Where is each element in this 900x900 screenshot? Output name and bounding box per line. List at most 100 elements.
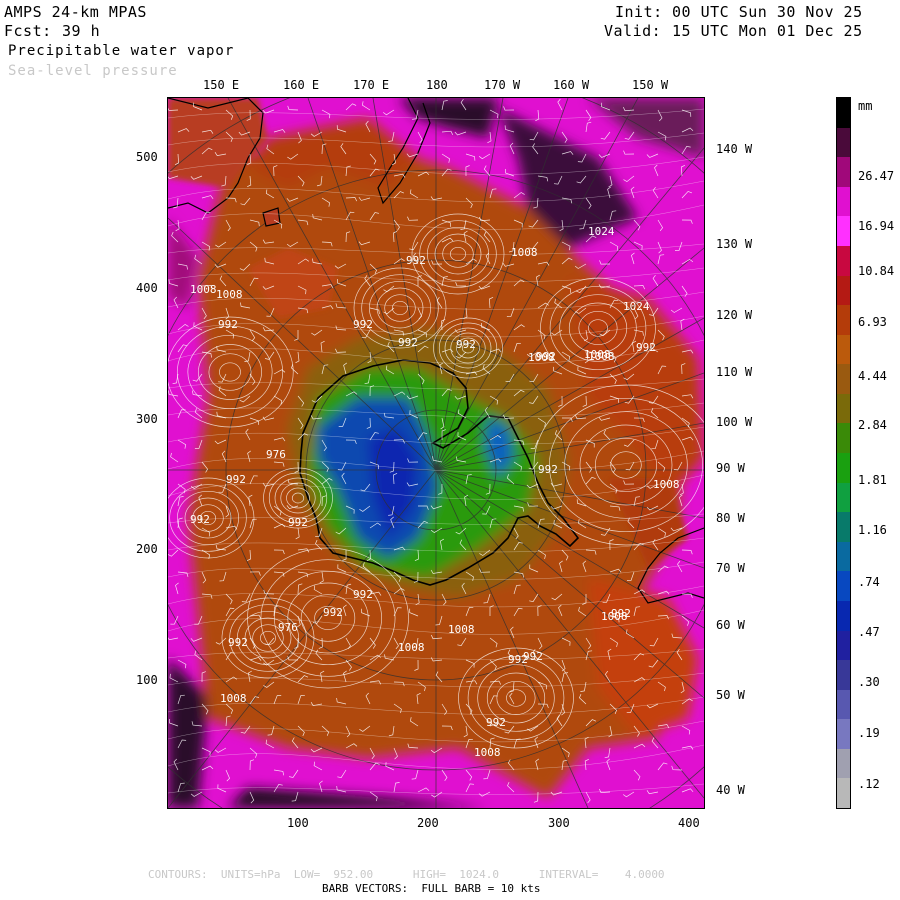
- map-canvas: 1024 1008 992 992 1008 992 992 992 992 976 992 992 9…: [168, 98, 704, 808]
- colorbar-label: .30: [858, 675, 880, 689]
- y-tick: 100: [136, 673, 158, 687]
- field-secondary: Sea-level pressure: [8, 63, 178, 79]
- pressure-label: 1024: [588, 225, 615, 238]
- colorbar-label: .47: [858, 625, 880, 639]
- colorbar-swatch: [837, 305, 850, 336]
- x-tick: 400: [678, 816, 700, 830]
- colorbar-swatch: [837, 689, 850, 720]
- colorbar-swatch: [837, 719, 850, 750]
- pressure-label: 1008: [474, 746, 501, 759]
- x-tick: 300: [548, 816, 570, 830]
- colorbar-swatch: [837, 186, 850, 217]
- pressure-label: 992: [228, 636, 248, 649]
- colorbar-label: 10.84: [858, 264, 895, 278]
- colorbar-swatch: [837, 541, 850, 572]
- pressure-label: 992: [226, 473, 246, 486]
- colorbar-swatch: [837, 275, 850, 306]
- lon-label-right: 40 W: [716, 783, 745, 797]
- y-tick: 200: [136, 542, 158, 556]
- x-tick: 200: [417, 816, 439, 830]
- colorbar-swatch: [837, 571, 850, 602]
- barb-vectors-info: BARB VECTORS: FULL BARB = 10 kts: [322, 882, 541, 895]
- colorbar-swatch: [837, 453, 850, 484]
- colorbar-swatch: [837, 423, 850, 454]
- colorbar-label: 6.93: [858, 315, 887, 329]
- colorbar-swatch: [837, 630, 850, 661]
- contours-info: CONTOURS: UNITS=hPa LOW= 952.00 HIGH= 10…: [148, 868, 665, 881]
- lon-label-top: 180: [426, 78, 448, 92]
- forecast-hours: 39 h: [62, 22, 101, 40]
- pressure-label: 976: [278, 621, 298, 634]
- colorbar-swatch: [837, 216, 850, 247]
- x-tick: 100: [287, 816, 309, 830]
- pressure-label: 1008: [448, 623, 475, 636]
- init-time: 00 UTC Sun 30 Nov 25: [672, 3, 863, 21]
- lon-label-right: 120 W: [716, 308, 753, 322]
- pressure-label: 992: [353, 318, 373, 331]
- colorbar-swatch: [837, 748, 850, 779]
- lon-label-right: 130 W: [716, 237, 753, 251]
- colorbar-swatch: [837, 364, 850, 395]
- colorbar-label: .74: [858, 575, 880, 589]
- pressure-label: 992: [190, 513, 210, 526]
- pressure-label: 976: [266, 448, 286, 461]
- pressure-label: 992: [636, 341, 656, 354]
- pressure-label: 1008: [398, 641, 425, 654]
- colorbar-swatch: [837, 127, 850, 158]
- colorbar-swatch: [837, 482, 850, 513]
- valid-time: 15 UTC Mon 01 Dec 25: [672, 22, 863, 40]
- colorbar-swatch: [837, 334, 850, 365]
- colorbar-swatch: [837, 98, 850, 129]
- lon-label-right: 70 W: [716, 561, 745, 575]
- colorbar-label: .12: [858, 777, 880, 791]
- init-label: Init:: [615, 3, 663, 21]
- field-primary: Precipitable water vapor: [8, 43, 235, 59]
- pressure-label: 992: [353, 588, 373, 601]
- y-tick: 400: [136, 281, 158, 295]
- valid-label: Valid:: [604, 22, 662, 40]
- pressure-label: 1008: [588, 350, 615, 363]
- lon-label-right: 50 W: [716, 688, 745, 702]
- colorbar-swatch: [837, 600, 850, 631]
- colorbar-swatch: [837, 157, 850, 188]
- lon-label-top: 150 E: [203, 78, 240, 92]
- colorbar-label: .19: [858, 726, 880, 740]
- pressure-label: 1008: [511, 246, 538, 259]
- lon-label-top: 170 W: [484, 78, 521, 92]
- forecast-label: Fcst:: [4, 22, 52, 40]
- colorbar-swatch: [837, 778, 850, 809]
- y-tick: 500: [136, 150, 158, 164]
- pressure-label: 992: [486, 716, 506, 729]
- colorbar-swatch: [837, 393, 850, 424]
- pressure-label: 992: [218, 318, 238, 331]
- pressure-label: 1008: [190, 283, 217, 296]
- lon-label-right: 60 W: [716, 618, 745, 632]
- lon-label-right: 80 W: [716, 511, 745, 525]
- colorbar-label: 1.81: [858, 473, 887, 487]
- pressure-label: 1008: [653, 478, 680, 491]
- pressure-label: 1008: [528, 351, 555, 364]
- colorbar-swatch: [837, 245, 850, 276]
- lon-label-top: 160 W: [553, 78, 590, 92]
- lon-label-right: 90 W: [716, 461, 745, 475]
- pressure-label: 992: [406, 254, 426, 267]
- pressure-label: 1008: [601, 610, 628, 623]
- colorbar-label: 2.84: [858, 418, 887, 432]
- pressure-label: 1008: [216, 288, 243, 301]
- colorbar-swatch: [837, 512, 850, 543]
- pressure-label: 992: [456, 338, 476, 351]
- lon-label-right: 110 W: [716, 365, 753, 379]
- lon-label-top: 160 E: [283, 78, 320, 92]
- pressure-label: 992: [288, 516, 308, 529]
- pressure-label: 992: [398, 336, 418, 349]
- map-panel: 1024 1008 992 992 1008 992 992 992 992 976 992 992 9…: [167, 97, 705, 809]
- pressure-label: 1008: [220, 692, 247, 705]
- colorbar-swatch: [837, 660, 850, 691]
- pressure-label: 992: [523, 650, 543, 663]
- colorbar-label: 16.94: [858, 219, 895, 233]
- pressure-label: 992: [538, 463, 558, 476]
- colorbar-label: 26.47: [858, 169, 895, 183]
- y-tick: 300: [136, 412, 158, 426]
- pressure-label: 1024: [623, 300, 650, 313]
- lon-label-right: 140 W: [716, 142, 753, 156]
